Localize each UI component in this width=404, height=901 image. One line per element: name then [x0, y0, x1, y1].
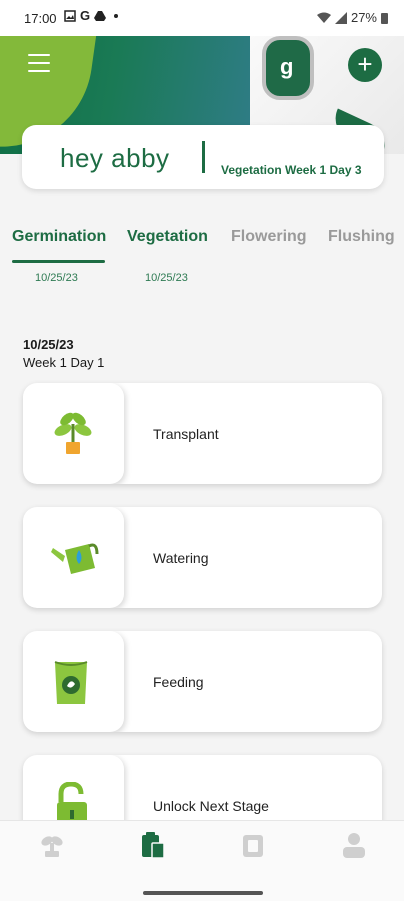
bottom-navigation — [0, 820, 404, 901]
greeting-card: hey abby Vegetation Week 1 Day 3 — [22, 125, 384, 189]
drive-icon — [94, 11, 107, 21]
dot-icon — [114, 14, 119, 18]
home-indicator[interactable] — [143, 891, 263, 895]
task-icon-box — [23, 383, 124, 484]
day-week: Week 1 Day 1 — [23, 355, 105, 370]
menu-icon[interactable] — [28, 54, 50, 72]
google-icon: G — [80, 8, 91, 23]
task-card-transplant[interactable]: Transplant — [23, 383, 382, 484]
battery-percent: 27% — [350, 10, 377, 25]
add-button[interactable]: + — [348, 48, 382, 82]
tab-germination[interactable]: Germination — [12, 228, 106, 246]
journal-icon[interactable] — [239, 831, 267, 859]
stage-tabs: Germination Vegetation Flowering Flushin… — [0, 228, 404, 288]
status-bar: 17:00 G 27% — [0, 0, 404, 36]
image-icon — [64, 10, 76, 22]
tab-flowering[interactable]: Flowering — [231, 228, 307, 246]
day-date: 10/25/23 — [23, 337, 74, 352]
watering-can-icon — [51, 543, 99, 574]
active-tab-indicator — [12, 260, 105, 263]
tab-vegetation[interactable]: Vegetation — [127, 228, 208, 246]
task-icon-box — [23, 631, 124, 732]
battery-icon — [381, 12, 388, 24]
task-card-feeding[interactable]: Feeding — [23, 631, 382, 732]
greeting-text: hey abby — [60, 143, 170, 173]
greeting-divider — [202, 141, 205, 173]
clipboard-icon[interactable] — [139, 831, 167, 859]
vegetation-date: 10/25/23 — [145, 272, 188, 284]
status-time: 17:00 — [24, 11, 57, 26]
status-notification-icons: G — [64, 8, 122, 23]
task-icon-box — [23, 507, 124, 608]
current-stage-label: Vegetation Week 1 Day 3 — [221, 163, 362, 177]
tab-flushing[interactable]: Flushing — [328, 228, 395, 246]
signal-icon — [334, 11, 347, 24]
plant-icon[interactable] — [38, 831, 66, 859]
germination-date: 10/25/23 — [35, 272, 78, 284]
task-label: Feeding — [153, 674, 204, 690]
task-label: Transplant — [153, 426, 219, 442]
fertilizer-bag-icon — [54, 661, 88, 704]
grow-device-image: g — [262, 36, 314, 100]
task-label: Watering — [153, 550, 209, 566]
profile-icon[interactable] — [340, 831, 368, 859]
plant-pot-icon — [54, 412, 92, 454]
task-card-watering[interactable]: Watering — [23, 507, 382, 608]
status-system-icons: 27% — [316, 10, 388, 25]
task-label: Unlock Next Stage — [153, 798, 269, 814]
wifi-icon — [316, 12, 331, 23]
